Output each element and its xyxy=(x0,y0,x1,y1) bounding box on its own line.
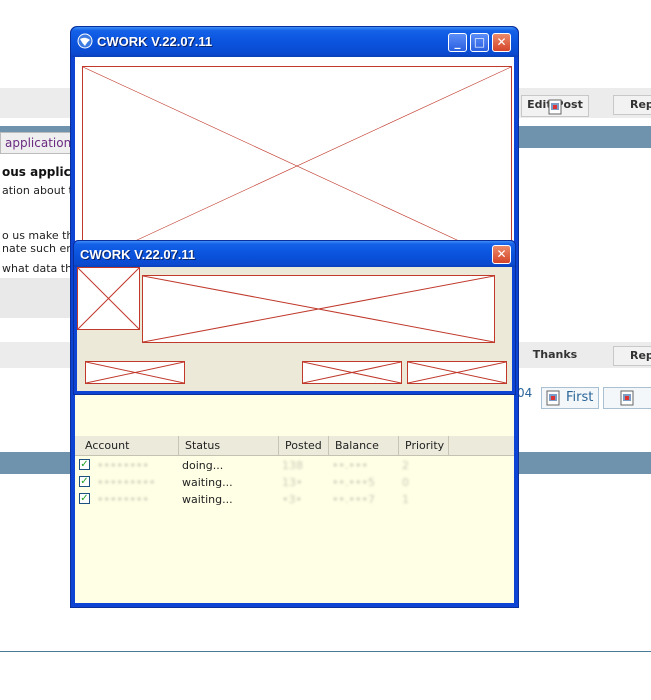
col-account[interactable]: Account xyxy=(79,436,179,455)
close-button[interactable]: ✕ xyxy=(492,33,511,52)
col-balance[interactable]: Balance xyxy=(329,436,399,455)
table-row[interactable]: ✓ •••••••• doing... 138 ••.••• 2 xyxy=(79,457,499,474)
dialog-body xyxy=(77,267,512,391)
dialog-close-button[interactable]: ✕ xyxy=(492,245,511,264)
page-icon xyxy=(620,390,634,412)
checkbox-checked-icon[interactable]: ✓ xyxy=(79,476,90,487)
col-label: Balance xyxy=(335,439,379,452)
table-row[interactable]: ✓ •••••••• waiting... •3• ••.•••7 1 xyxy=(79,491,499,508)
priority-cell: 2 xyxy=(402,459,409,472)
thanks-button[interactable]: Thanks xyxy=(520,346,590,364)
first-label: First xyxy=(566,390,594,405)
priority-cell: 1 xyxy=(402,493,409,506)
col-status[interactable]: Status xyxy=(179,436,279,455)
page-icon xyxy=(546,390,560,412)
close-icon: ✕ xyxy=(496,35,507,49)
app-globe-icon xyxy=(77,33,93,49)
page-button[interactable] xyxy=(603,387,651,409)
table-row[interactable]: ✓ ••••••••• waiting... 13• ••.•••5 0 xyxy=(79,474,499,491)
account-cell: ••••••••• xyxy=(97,476,156,489)
close-icon: ✕ xyxy=(496,247,507,261)
account-cell: •••••••• xyxy=(97,459,149,472)
page-number[interactable]: 04 xyxy=(517,386,532,400)
col-label: Priority xyxy=(405,439,445,452)
dialog-title: CWORK V.22.07.11 xyxy=(80,247,196,262)
dialog-titlebar[interactable]: CWORK V.22.07.11 ✕ xyxy=(74,241,515,267)
reply-label: Rep xyxy=(630,349,651,362)
priority-cell: 0 xyxy=(402,476,409,489)
reply-label: Rep xyxy=(630,98,651,111)
maximize-button[interactable]: □ xyxy=(470,33,489,52)
footer-divider xyxy=(0,651,651,652)
post-footer-box xyxy=(0,278,72,318)
balance-cell: ••.••• xyxy=(332,459,368,472)
cwork-dialog: CWORK V.22.07.11 ✕ xyxy=(73,240,516,395)
broken-image-icon[interactable] xyxy=(85,361,185,384)
main-window-title: CWORK V.22.07.11 xyxy=(97,34,213,49)
status-cell: waiting... xyxy=(182,493,233,506)
page-icon xyxy=(548,99,562,115)
col-label: Account xyxy=(85,439,130,452)
minimize-button[interactable]: _ xyxy=(448,33,467,52)
first-page-button[interactable]: First xyxy=(541,387,599,409)
reply-button-top[interactable]: Rep xyxy=(613,95,651,115)
broken-image-icon[interactable] xyxy=(302,361,402,384)
posted-cell: 13• xyxy=(282,476,303,489)
posted-cell: •3• xyxy=(282,493,302,506)
maximize-icon: □ xyxy=(473,35,486,49)
checkbox-checked-icon[interactable]: ✓ xyxy=(79,493,90,504)
account-cell: •••••••• xyxy=(97,493,149,506)
col-priority[interactable]: Priority xyxy=(399,436,449,455)
broken-image-icon xyxy=(142,275,495,343)
balance-cell: ••.•••5 xyxy=(332,476,375,489)
checkbox-checked-icon[interactable]: ✓ xyxy=(79,459,90,470)
reply-button-bottom[interactable]: Rep xyxy=(613,346,651,366)
col-label: Status xyxy=(185,439,221,452)
posted-cell: 138 xyxy=(282,459,303,472)
broken-image-icon xyxy=(82,66,512,266)
balance-cell: ••.•••7 xyxy=(332,493,375,506)
broken-image-icon[interactable] xyxy=(407,361,507,384)
col-posted[interactable]: Posted xyxy=(279,436,329,455)
status-cell: waiting... xyxy=(182,476,233,489)
broken-image-icon xyxy=(77,267,140,330)
minimize-icon: _ xyxy=(454,35,461,49)
col-label: Posted xyxy=(285,439,322,452)
thanks-label: Thanks xyxy=(532,348,578,361)
thread-tab-label: application l xyxy=(5,136,79,150)
main-titlebar[interactable]: CWORK V.22.07.11 _ □ ✕ xyxy=(71,27,518,57)
accounts-table-header: Account Status Posted Balance Priority xyxy=(75,436,514,456)
status-cell: doing... xyxy=(182,459,224,472)
